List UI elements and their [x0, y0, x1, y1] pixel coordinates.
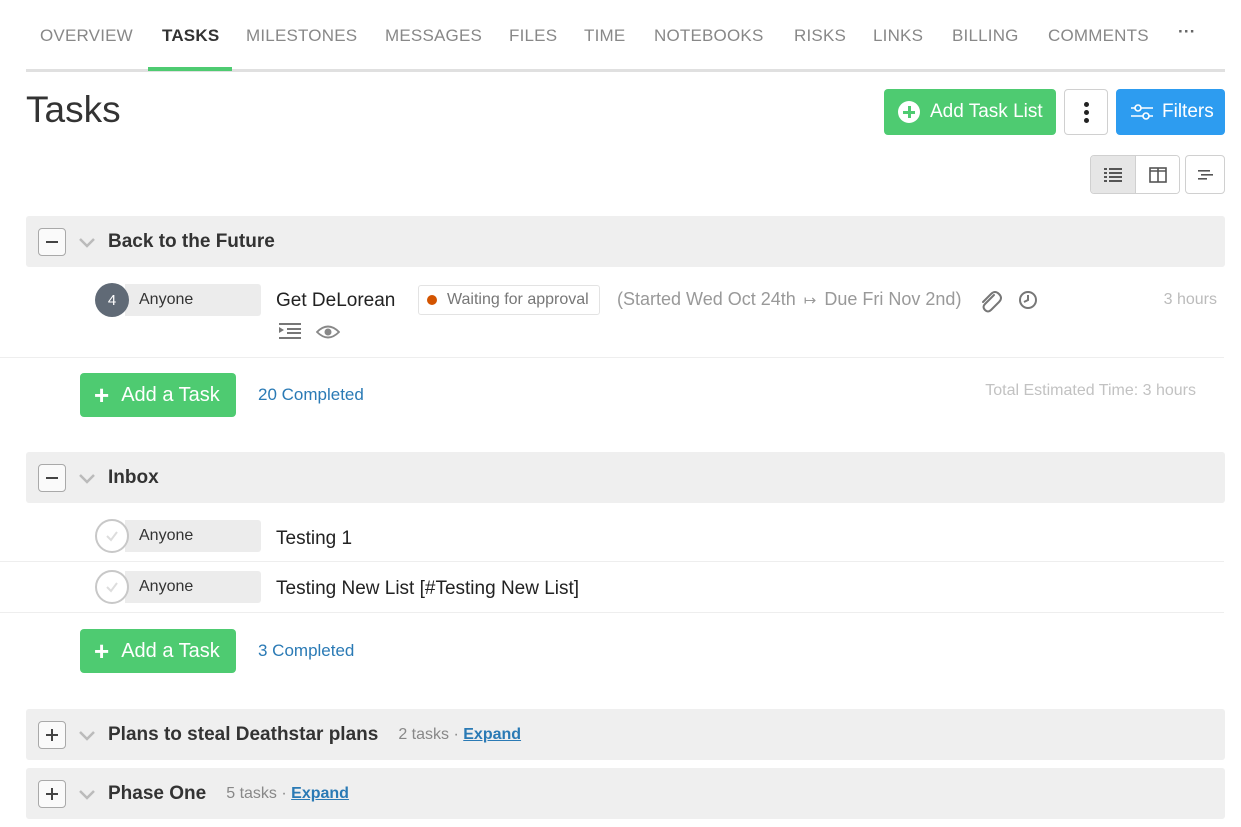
tab-overview[interactable]: OVERVIEW: [40, 26, 133, 48]
expand-list-button[interactable]: [38, 720, 66, 749]
sliders-icon: [1131, 104, 1153, 120]
add-task-list-button[interactable]: Add Task List: [884, 89, 1056, 135]
add-task-list-label: Add Task List: [930, 101, 1043, 122]
task-number-badge: 4: [95, 283, 129, 317]
task-list-header: Back to the Future: [26, 216, 1225, 267]
kebab-menu-icon: [1083, 101, 1089, 123]
paperclip-icon[interactable]: [978, 289, 1002, 315]
board-view-button[interactable]: [1135, 156, 1179, 193]
task-count: 5 tasks ·: [226, 784, 287, 802]
add-task-button[interactable]: + Add a Task: [80, 629, 236, 673]
plus-icon: +: [94, 380, 110, 410]
tab-tasks[interactable]: TASKS: [162, 26, 219, 48]
tab-billing[interactable]: BILLING: [952, 26, 1019, 48]
status-tag[interactable]: Waiting for approval: [418, 285, 600, 315]
chevron-down-icon[interactable]: [78, 233, 96, 251]
collapse-list-button[interactable]: [38, 463, 66, 492]
list-view-button[interactable]: [1091, 156, 1135, 193]
assignee-name: Anyone: [125, 571, 261, 603]
task-row: Anyone Testing 1: [0, 504, 1224, 562]
total-estimated-time: Total Estimated Time: 3 hours: [985, 382, 1196, 399]
tab-comments[interactable]: COMMENTS: [1048, 26, 1149, 48]
expand-list-button[interactable]: [38, 779, 66, 808]
started-prefix: (Started: [617, 289, 682, 309]
assignee-selector[interactable]: Anyone: [95, 519, 261, 553]
task-row: 4 Anyone Get DeLorean: [0, 268, 1224, 358]
task-name[interactable]: Get DeLorean: [276, 290, 395, 312]
subtasks-icon[interactable]: [279, 322, 301, 340]
completed-tasks-link[interactable]: 20 Completed: [258, 385, 364, 405]
tab-files[interactable]: FILES: [509, 26, 557, 48]
assignee-selector[interactable]: 4 Anyone: [95, 283, 261, 317]
plus-icon: +: [94, 636, 110, 666]
more-options-button[interactable]: [1064, 89, 1108, 135]
list-view-icon: [1104, 167, 1122, 182]
task-dates: (Started Wed Oct 24th ↦ Due Fri Nov 2nd): [617, 289, 961, 310]
task-list-title[interactable]: Back to the Future: [108, 231, 275, 253]
assignee-name: Anyone: [125, 520, 261, 552]
completed-tasks-link[interactable]: 3 Completed: [258, 641, 354, 661]
task-list-meta: 5 tasks · Expand: [226, 785, 349, 803]
assignee-selector[interactable]: Anyone: [95, 570, 261, 604]
task-count: 2 tasks ·: [398, 725, 459, 743]
chevron-down-icon[interactable]: [78, 785, 96, 803]
task-estimate: 3 hours: [1163, 291, 1217, 308]
more-tabs-icon[interactable]: ···: [1178, 22, 1196, 44]
assignee-name: Anyone: [125, 284, 261, 316]
task-list-title[interactable]: Inbox: [108, 467, 159, 489]
expand-link[interactable]: Expand: [463, 726, 521, 743]
tab-links[interactable]: LINKS: [873, 26, 923, 48]
clock-icon[interactable]: [1018, 290, 1038, 310]
gantt-view-button[interactable]: [1185, 155, 1225, 194]
add-task-label: Add a Task: [121, 639, 220, 662]
collapse-list-button[interactable]: [38, 227, 66, 256]
view-toggle-group: [1090, 155, 1180, 194]
status-label: Waiting for approval: [447, 291, 589, 308]
task-row: Anyone Testing New List [#Testing New Li…: [0, 562, 1224, 613]
add-task-label: Add a Task: [121, 383, 220, 406]
task-list-title[interactable]: Phase One: [108, 783, 206, 805]
plus-circle-icon: [898, 101, 920, 123]
chevron-down-icon[interactable]: [78, 469, 96, 487]
task-list-header: Plans to steal Deathstar plans 2 tasks ·…: [26, 709, 1225, 760]
chevron-down-icon[interactable]: [78, 726, 96, 744]
tab-messages[interactable]: MESSAGES: [385, 26, 482, 48]
task-list-header: Inbox: [26, 452, 1225, 503]
filters-button[interactable]: Filters: [1116, 89, 1225, 135]
tab-risks[interactable]: RISKS: [794, 26, 846, 48]
board-view-icon: [1148, 166, 1167, 183]
eye-icon[interactable]: [316, 324, 340, 340]
active-tab-indicator: [148, 67, 232, 71]
tab-milestones[interactable]: MILESTONES: [246, 26, 357, 48]
tab-time[interactable]: TIME: [584, 26, 625, 48]
task-name[interactable]: Testing 1: [276, 528, 352, 550]
complete-task-checkbox[interactable]: [95, 570, 129, 604]
add-task-button[interactable]: + Add a Task: [80, 373, 236, 417]
complete-task-checkbox[interactable]: [95, 519, 129, 553]
due-date[interactable]: Fri Nov 2nd): [862, 289, 961, 309]
task-list-title[interactable]: Plans to steal Deathstar plans: [108, 724, 378, 746]
filters-label: Filters: [1162, 101, 1214, 122]
page-title: Tasks: [26, 89, 121, 130]
tab-notebooks[interactable]: NOTEBOOKS: [654, 26, 764, 48]
task-list-header: Phase One 5 tasks · Expand: [26, 768, 1225, 819]
project-nav: OVERVIEW TASKS MILESTONES MESSAGES FILES…: [26, 0, 1225, 72]
expand-link[interactable]: Expand: [291, 785, 349, 802]
task-list-meta: 2 tasks · Expand: [398, 726, 521, 744]
start-date[interactable]: Wed Oct 24th: [686, 289, 796, 309]
status-dot-icon: [427, 295, 437, 305]
due-prefix: Due: [824, 289, 858, 309]
task-name[interactable]: Testing New List [#Testing New List]: [276, 578, 579, 600]
gantt-view-icon: [1198, 169, 1213, 180]
date-arrow-icon: ↦: [803, 292, 817, 309]
